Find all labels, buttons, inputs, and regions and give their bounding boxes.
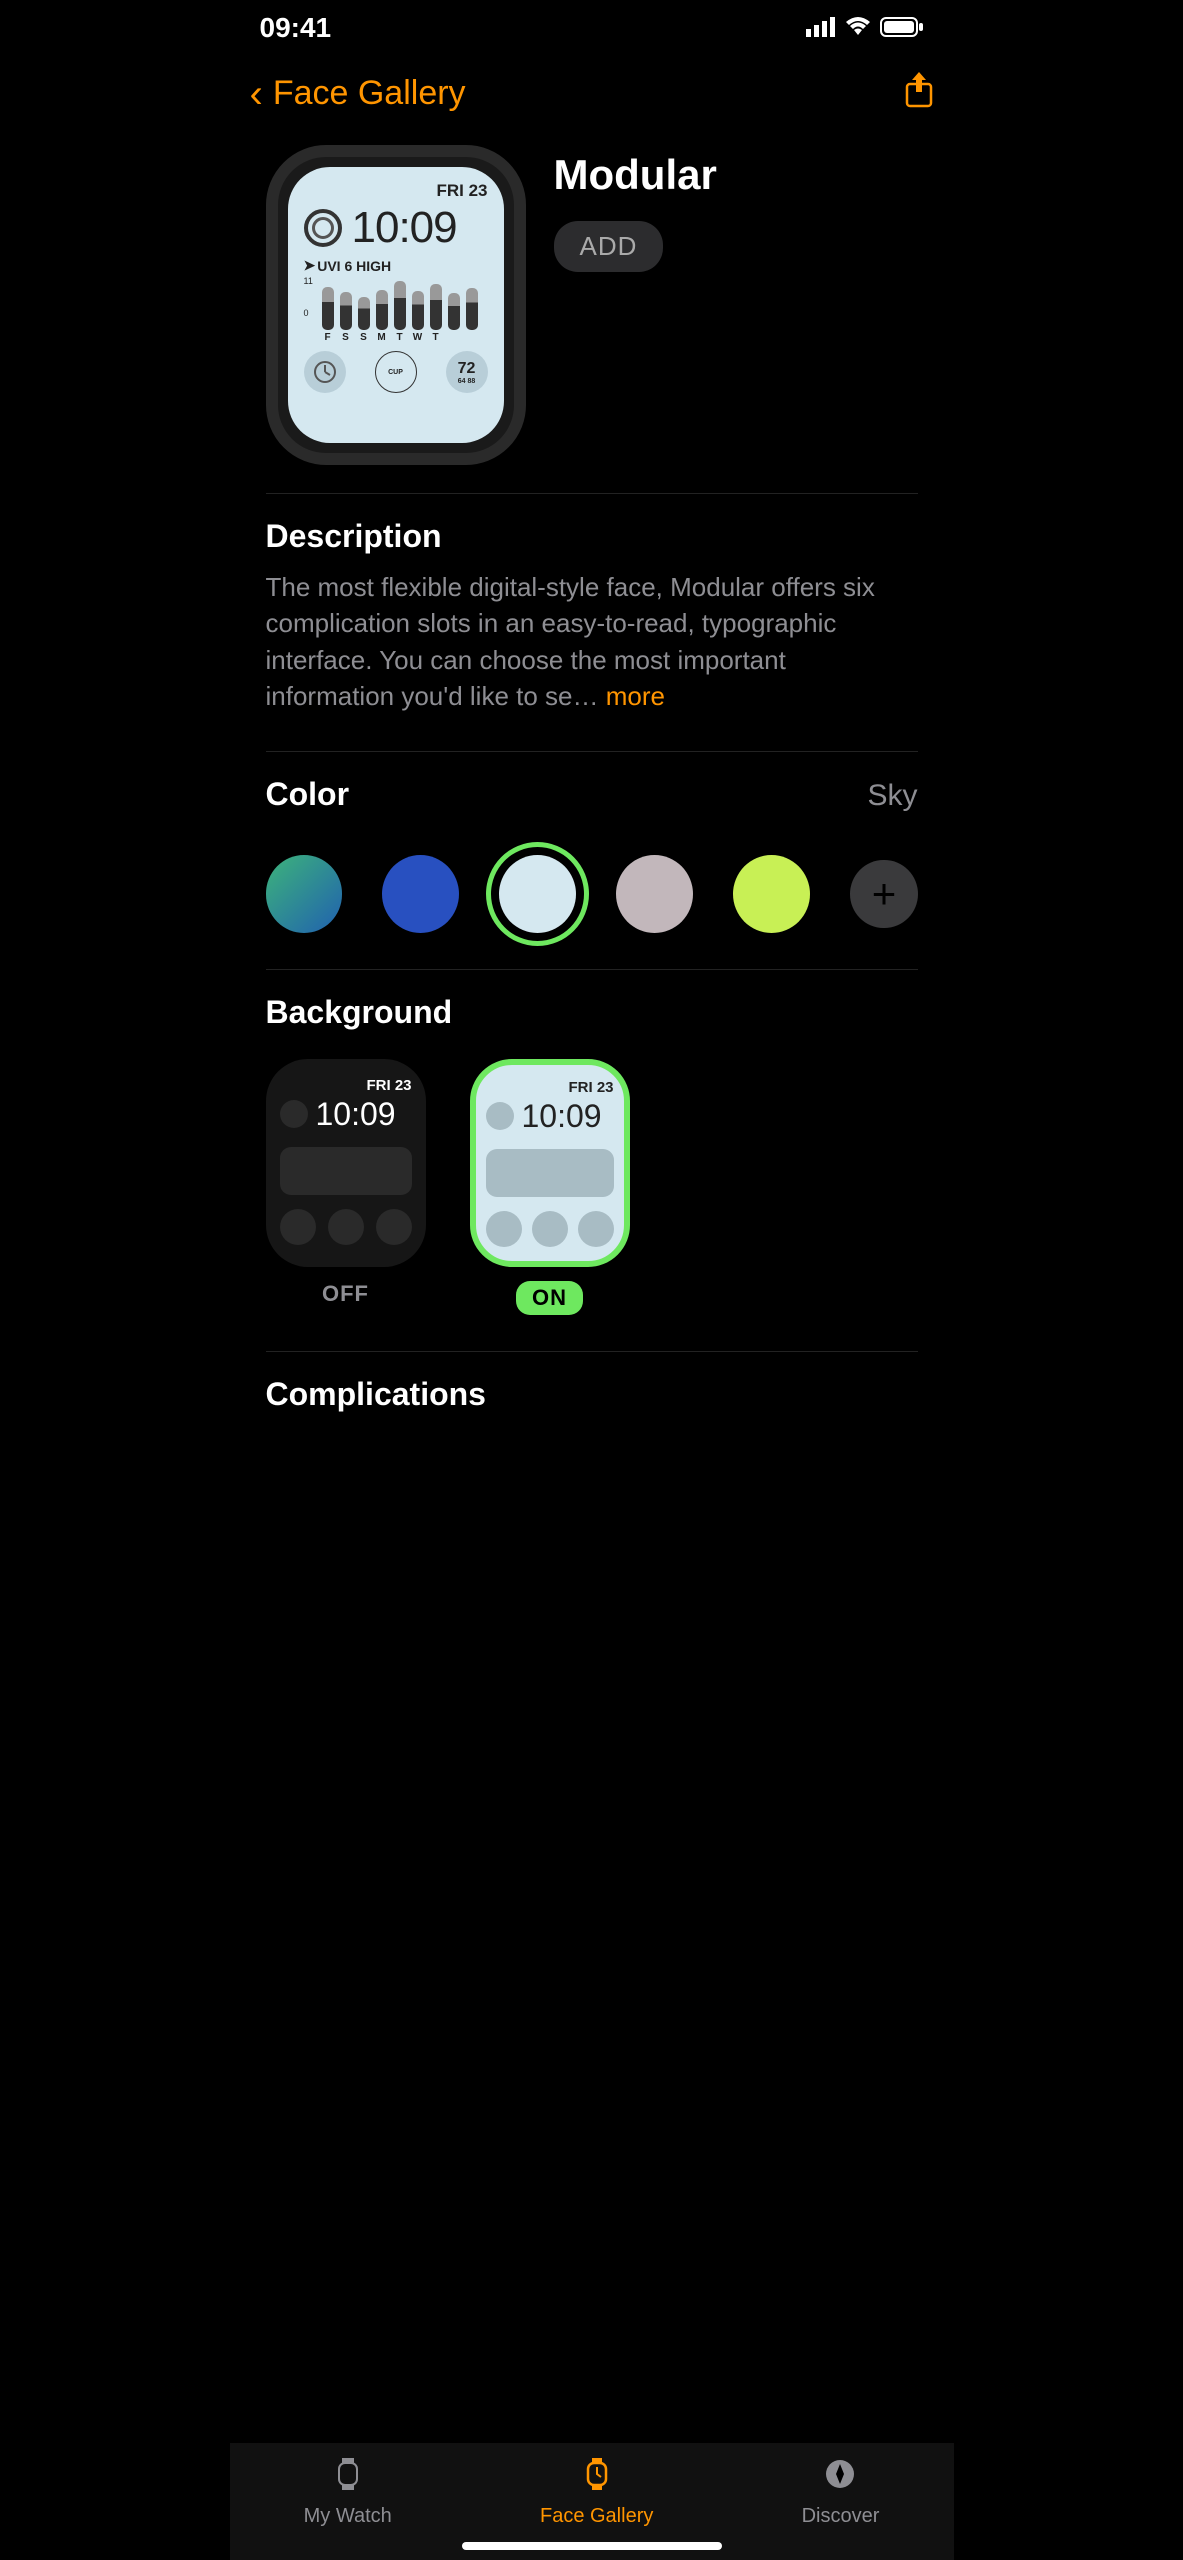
chevron-left-icon: ‹ <box>250 74 263 114</box>
background-heading: Background <box>266 994 918 1031</box>
hero-section: FRI 23 10:09 ➤ UVI 6 HIGH 11 0 <box>230 145 954 493</box>
more-link[interactable]: more <box>606 681 665 711</box>
back-button[interactable]: ‹ Face Gallery <box>250 74 466 114</box>
face-icon <box>580 2457 614 2499</box>
uvi-complication: ➤ UVI 6 HIGH <box>304 257 488 274</box>
tab-my-watch[interactable]: My Watch <box>304 2457 392 2528</box>
color-swatch[interactable] <box>616 855 693 933</box>
uv-chart: 11 0 <box>304 276 488 330</box>
color-section: Color Sky + <box>230 752 954 969</box>
aqi-complication: 72 64 88 <box>446 351 488 393</box>
activity-rings-icon <box>304 209 342 247</box>
color-heading: Color <box>266 776 350 813</box>
background-section: Background FRI 2310:09 OFF FRI 2310:09 ON <box>230 970 954 1351</box>
share-button[interactable] <box>904 70 934 117</box>
watch-face-preview: FRI 23 10:09 ➤ UVI 6 HIGH 11 0 <box>266 145 526 465</box>
tab-label: Face Gallery <box>540 2505 653 2528</box>
description-text: The most flexible digital-style face, Mo… <box>266 569 918 715</box>
status-indicators <box>806 12 924 44</box>
home-indicator[interactable] <box>462 2542 722 2550</box>
background-label: OFF <box>322 1281 369 1307</box>
day-labels: FS SM TW T <box>304 332 488 343</box>
complications-heading: Complications <box>266 1376 918 1413</box>
compass-icon <box>823 2457 857 2499</box>
description-heading: Description <box>266 518 918 555</box>
background-label: ON <box>516 1281 583 1315</box>
back-label: Face Gallery <box>273 74 466 113</box>
battery-icon <box>880 12 924 44</box>
background-preview: FRI 2310:09 <box>470 1059 630 1267</box>
tab-label: Discover <box>802 2505 880 2528</box>
timer-complication <box>304 351 346 393</box>
background-option-on[interactable]: FRI 2310:09 ON <box>470 1059 630 1315</box>
background-preview: FRI 2310:09 <box>266 1059 426 1267</box>
watch-screen: FRI 23 10:09 ➤ UVI 6 HIGH 11 0 <box>288 167 504 443</box>
tab-label: My Watch <box>304 2505 392 2528</box>
face-title: Modular <box>554 151 918 199</box>
color-swatch[interactable] <box>266 855 343 933</box>
cellular-icon <box>806 12 836 44</box>
color-swatch[interactable] <box>382 855 459 933</box>
cup-complication: CUP <box>375 351 417 393</box>
nav-bar: ‹ Face Gallery <box>230 52 954 145</box>
tab-face-gallery[interactable]: Face Gallery <box>540 2457 653 2528</box>
color-swatch[interactable] <box>733 855 810 933</box>
watch-icon <box>331 2457 365 2499</box>
color-swatch[interactable] <box>499 855 576 933</box>
background-options: FRI 2310:09 OFF FRI 2310:09 ON <box>266 1059 918 1315</box>
preview-time: 10:09 <box>352 203 457 253</box>
preview-date: FRI 23 <box>304 181 488 201</box>
description-section: Description The most flexible digital-st… <box>230 494 954 751</box>
status-time: 09:41 <box>260 12 332 44</box>
tab-discover[interactable]: Discover <box>802 2457 880 2528</box>
background-option-off[interactable]: FRI 2310:09 OFF <box>266 1059 426 1315</box>
color-swatches: + <box>266 855 918 933</box>
selected-color-name: Sky <box>867 779 917 813</box>
status-bar: 09:41 <box>230 0 954 52</box>
complications-section: Complications <box>230 1352 954 1567</box>
location-icon: ➤ <box>304 257 316 274</box>
add-color-button[interactable]: + <box>850 860 917 928</box>
add-button[interactable]: ADD <box>554 221 664 272</box>
wifi-icon <box>844 12 872 44</box>
